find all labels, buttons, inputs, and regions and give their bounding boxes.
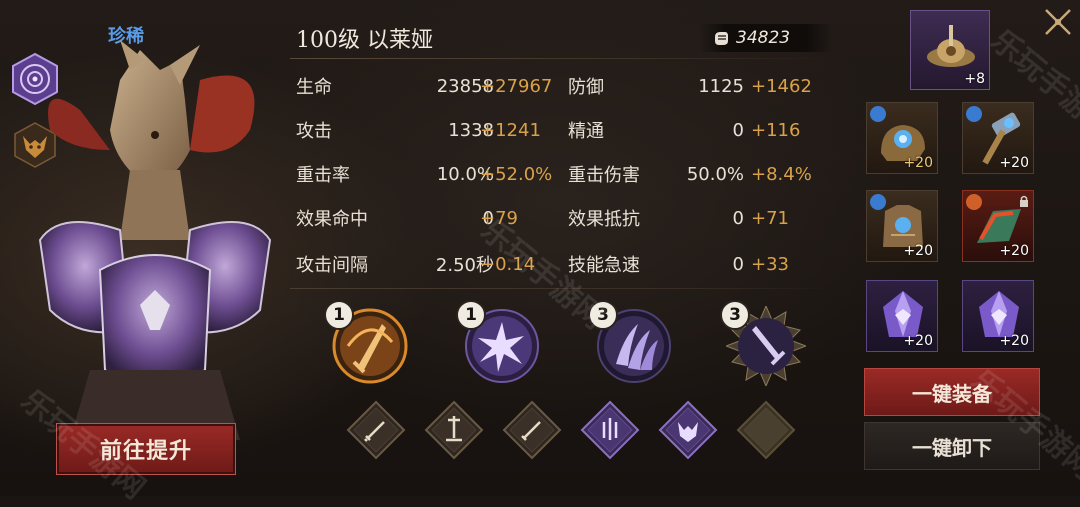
- skill-slot-1[interactable]: 1: [324, 300, 410, 386]
- skill-level-badge: 3: [720, 300, 750, 330]
- equip-slot-gauntlet[interactable]: +20: [866, 102, 938, 174]
- stat-row: 重击伤害 50.0% +8.4%: [568, 160, 828, 188]
- stat-bonus: +116: [751, 119, 801, 141]
- skill-slot-2[interactable]: 1: [456, 300, 542, 386]
- set-badge-icon: [870, 106, 886, 122]
- lock-icon: [1020, 195, 1028, 207]
- artifact-slot[interactable]: +8: [910, 10, 990, 90]
- stat-base: 0: [732, 119, 744, 141]
- enhance-level: +20: [999, 243, 1029, 259]
- equip-slot-armor[interactable]: +20: [866, 190, 938, 262]
- stat-bonus: +27967: [480, 75, 553, 97]
- header-divider: [290, 58, 830, 59]
- stat-bonus: −0.14: [480, 253, 536, 275]
- stat-bonus: +1462: [751, 75, 812, 97]
- stat-bonus: +1241: [480, 119, 541, 141]
- unequip-all-button[interactable]: 一键卸下: [864, 422, 1040, 470]
- rune-dagger-icon[interactable]: [502, 400, 562, 460]
- stat-row: 精通 0 +116: [568, 116, 828, 144]
- equip-slot-crystal-2[interactable]: +20: [962, 280, 1034, 352]
- stat-row: 技能急速 0 +33: [568, 250, 828, 278]
- stat-label: 攻击: [296, 121, 332, 142]
- close-icon[interactable]: [1040, 4, 1076, 40]
- combat-power-value: 34823: [736, 28, 791, 48]
- set-badge-icon: [966, 106, 982, 122]
- rune-sword-icon[interactable]: [346, 400, 406, 460]
- skill-level-badge: 1: [324, 300, 354, 330]
- equip-slot-bracer[interactable]: +20: [962, 190, 1034, 262]
- stat-row: 生命 23858 +27967: [296, 72, 556, 100]
- rune-sword-stand-icon[interactable]: [424, 400, 484, 460]
- go-upgrade-button[interactable]: 前往提升: [56, 423, 236, 475]
- stat-row: 攻击 1338 +1241: [296, 116, 556, 144]
- stat-label: 效果命中: [296, 209, 368, 230]
- stat-row: 重击率 10.0% +52.0%: [296, 160, 556, 188]
- equip-all-button[interactable]: 一键装备: [864, 368, 1040, 416]
- rune-empty-slot[interactable]: [736, 400, 796, 460]
- stat-base: 1125: [698, 75, 744, 97]
- stat-row: 效果命中 0 +79: [296, 204, 556, 232]
- stat-row: 效果抵抗 0 +71: [568, 204, 828, 232]
- hero-portrait: [38, 40, 272, 440]
- stat-bonus: +52.0%: [480, 163, 553, 185]
- stat-label: 重击率: [296, 165, 350, 186]
- skill-slot-3[interactable]: 3: [588, 300, 674, 386]
- enhance-level: +20: [903, 155, 933, 171]
- stats-divider: [290, 288, 830, 289]
- set-badge-icon: [870, 194, 886, 210]
- fist-icon: [715, 32, 728, 45]
- enhance-level: +20: [999, 155, 1029, 171]
- stat-label: 重击伤害: [568, 165, 640, 186]
- rune-triple-blade-icon[interactable]: [580, 400, 640, 460]
- stat-label: 效果抵抗: [568, 209, 640, 230]
- stat-label: 技能急速: [568, 255, 640, 276]
- stat-base: 0: [732, 207, 744, 229]
- stat-base: 50.0%: [686, 163, 744, 185]
- enhance-level: +20: [999, 333, 1029, 349]
- skill-level-badge: 3: [588, 300, 618, 330]
- enhance-level: +8: [964, 71, 985, 87]
- stat-bonus: +33: [751, 253, 789, 275]
- stat-label: 生命: [296, 77, 332, 98]
- skill-level-badge: 1: [456, 300, 486, 330]
- stat-row: 攻击间隔 2.50秒 −0.14: [296, 250, 556, 278]
- stat-bonus: +79: [480, 207, 518, 229]
- stat-bonus: +8.4%: [751, 163, 812, 185]
- stat-label: 攻击间隔: [296, 255, 368, 276]
- set-badge-icon: [966, 194, 982, 210]
- stat-base: 0: [732, 253, 744, 275]
- enhance-level: +20: [903, 333, 933, 349]
- stat-row: 防御 1125 +1462: [568, 72, 828, 100]
- stat-bonus: +71: [751, 207, 789, 229]
- equip-slot-crystal-1[interactable]: +20: [866, 280, 938, 352]
- skill-slot-4[interactable]: 3: [720, 300, 808, 388]
- rune-demon-icon[interactable]: [658, 400, 718, 460]
- equip-slot-hammer[interactable]: +20: [962, 102, 1034, 174]
- stat-label: 精通: [568, 121, 604, 142]
- stat-label: 防御: [568, 77, 604, 98]
- enhance-level: +20: [903, 243, 933, 259]
- combat-power: 34823: [700, 24, 832, 52]
- hero-title: 100级 以莱娅: [296, 28, 433, 53]
